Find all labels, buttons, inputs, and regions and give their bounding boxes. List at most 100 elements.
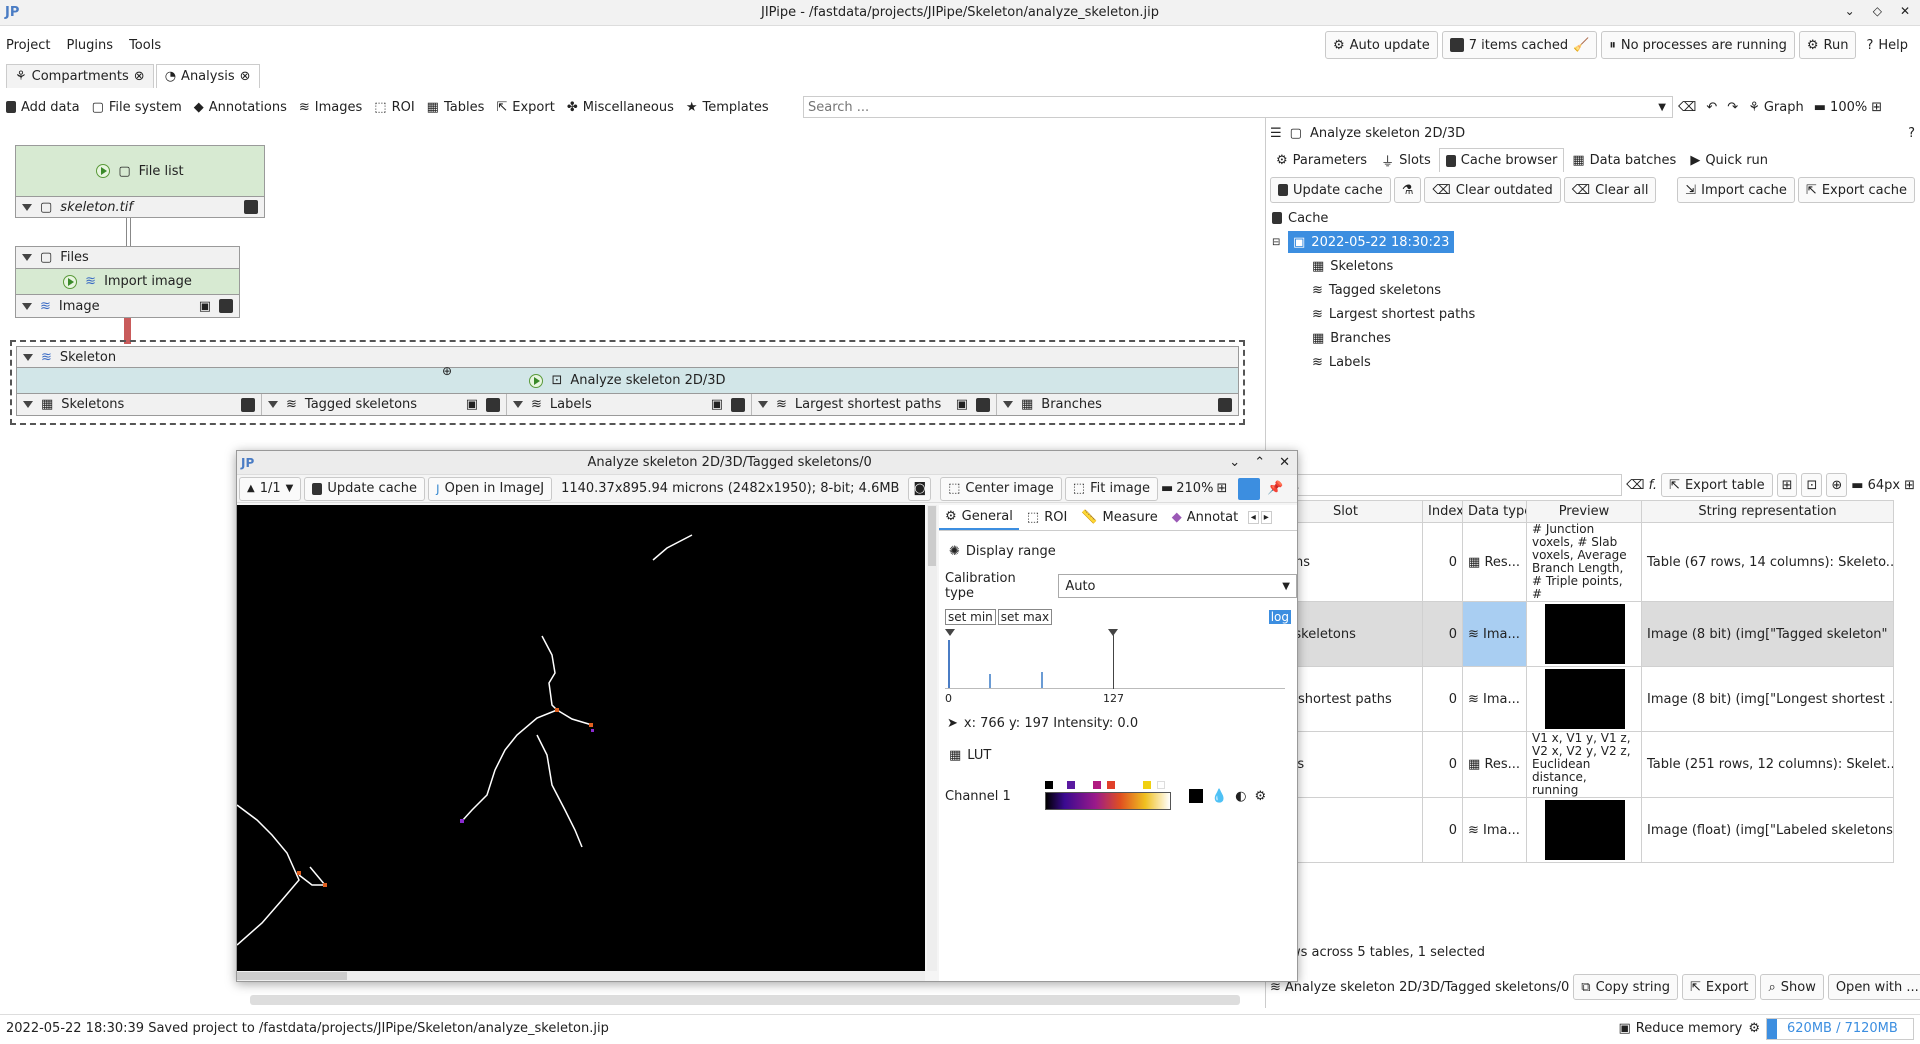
close-icon[interactable]: ✕ — [1900, 4, 1910, 18]
column-header[interactable]: Data type — [1462, 500, 1527, 523]
export-cache-button[interactable]: ⇱ Export cache — [1797, 177, 1915, 203]
clear-search-icon[interactable]: ⌫ — [1678, 100, 1696, 115]
tab-cache-browser[interactable]: Cache browser — [1438, 148, 1565, 172]
file-system-button[interactable]: ▢ File system — [86, 95, 188, 119]
set-max-button[interactable]: set max — [997, 609, 1053, 625]
undo-icon[interactable]: ↶ — [1706, 100, 1717, 115]
collapse-icon[interactable] — [22, 203, 32, 211]
zoom-out-icon[interactable]: ▬ — [1161, 481, 1173, 496]
collapse-icon[interactable] — [268, 401, 278, 408]
viewer-update-cache-button[interactable]: Update cache — [304, 476, 426, 501]
graph-scrollbar[interactable] — [250, 995, 1240, 1005]
page-selector[interactable]: ▲ 1/1 ▼ — [239, 476, 302, 501]
output-slot-branches[interactable]: ▦ Branches — [997, 394, 1238, 415]
menu-icon[interactable]: ☰ — [1270, 126, 1282, 141]
import-cache-button[interactable]: ⇲ Import cache — [1677, 177, 1795, 203]
images-button[interactable]: ≋ Images — [293, 95, 368, 119]
invert-icon[interactable]: ◐ — [1235, 789, 1246, 804]
table-row-selected[interactable]: ed skeletons 0 ≋ Ima... Image (8 bit) (i… — [1268, 601, 1894, 667]
tables-button[interactable]: ▦ Tables — [421, 95, 491, 119]
toggle-sidebar-button[interactable] — [1238, 477, 1261, 500]
table-search-input[interactable] — [1270, 474, 1623, 496]
image-vertical-scrollbar[interactable] — [927, 505, 937, 971]
maximize-icon[interactable]: ⌃ — [1247, 455, 1272, 470]
algorithm-search[interactable]: ▼ — [803, 96, 1673, 118]
node-output-slot[interactable]: ▢ skeleton.tif — [15, 196, 265, 218]
tab-roi[interactable]: ⬚ ROI — [1021, 506, 1073, 530]
node-analyze-skeleton[interactable]: ≋ Skeleton ⊕ ⊡ Analyze skeleton 2D/3D ▦ … — [10, 340, 1245, 425]
output-slot-largest-shortest-paths[interactable]: ≋ Largest shortest paths ▣ — [752, 394, 997, 415]
fit-columns-button[interactable]: ⊡ — [1801, 473, 1823, 497]
lut-stop[interactable] — [1093, 781, 1101, 789]
output-slot-labels[interactable]: ≋ Labels ▣ — [507, 394, 752, 415]
tab-measure[interactable]: 📏 Measure — [1075, 506, 1163, 530]
auto-update-button[interactable]: ⚙ Auto update — [1324, 31, 1438, 59]
collapse-icon[interactable] — [22, 254, 32, 261]
open-imagej-button[interactable]: ȷ Open in ImageJ — [428, 476, 553, 501]
collapse-icon[interactable] — [22, 302, 32, 310]
table-row[interactable]: etons 0 ▦ Res... # Junction voxels, # Sl… — [1268, 522, 1894, 602]
clear-search-icon[interactable]: ⌫ — [1626, 478, 1644, 493]
minimize-icon[interactable]: ⌄ — [1845, 4, 1855, 18]
export-table-button[interactable]: ⇱ Export table — [1661, 473, 1773, 497]
lut-gradient[interactable] — [1045, 792, 1171, 810]
tree-snapshot[interactable]: ▣ 2022-05-22 18:30:23 — [1288, 231, 1455, 253]
gear-icon[interactable]: ⚙ — [1748, 1021, 1760, 1036]
menu-plugins[interactable]: Plugins — [66, 38, 113, 53]
node-import-image[interactable]: ▢ Files ≋ Import image ≋ Image ▣ — [15, 246, 240, 318]
tree-item-largest-shortest-paths[interactable]: ≋ Largest shortest paths — [1312, 302, 1912, 326]
zoom-control[interactable]: ▬ 100% ⊞ — [1814, 100, 1882, 115]
table-row[interactable]: ches 0 ▦ Res... V1 x, V1 y, V1 z, V2 x, … — [1268, 731, 1894, 798]
table-row[interactable]: ls 0 ≋ Ima... Image (float) (img["Labele… — [1268, 797, 1894, 863]
collapse-icon[interactable] — [513, 401, 523, 408]
run-node-icon[interactable] — [63, 274, 78, 289]
run-node-icon[interactable] — [529, 373, 544, 388]
pin-icon[interactable]: 📌 — [1263, 481, 1287, 496]
tree-root[interactable]: Cache — [1272, 206, 1912, 230]
add-data-button[interactable]: Add data — [0, 95, 86, 119]
tab-slots[interactable]: ⏚ Slots — [1375, 148, 1437, 172]
templates-button[interactable]: ★ Templates — [680, 95, 775, 119]
annotations-button[interactable]: ◆ Annotations — [188, 95, 293, 119]
tree-item-branches[interactable]: ▦ Branches — [1312, 326, 1912, 350]
zoom-out-icon[interactable]: ▬ — [1814, 100, 1826, 115]
output-slot-tagged-skeletons[interactable]: ≋ Tagged skeletons ▣ — [262, 394, 507, 415]
center-image-button[interactable]: ⬚ Center image — [940, 476, 1062, 501]
column-header[interactable]: Index — [1422, 500, 1463, 523]
image-canvas[interactable] — [237, 505, 925, 971]
help-button[interactable]: ? Help — [1860, 33, 1914, 57]
clear-outdated-button[interactable]: ⌫ Clear outdated — [1424, 177, 1561, 203]
fit-image-button[interactable]: ⬚ Fit image — [1064, 476, 1158, 501]
move-handle-icon[interactable]: ⊕ — [442, 364, 452, 378]
output-slot-skeletons[interactable]: ▦ Skeletons — [17, 394, 262, 415]
log-toggle[interactable]: log — [1268, 610, 1291, 624]
collapse-icon[interactable] — [1003, 401, 1013, 408]
node-input-slot[interactable]: ▢ Files — [16, 247, 239, 269]
export-data-button[interactable]: ⇱ Export — [1682, 974, 1757, 1000]
tree-item-skeletons[interactable]: ▦ Skeletons — [1312, 254, 1912, 278]
zoom-in-icon[interactable]: ⊞ — [1871, 100, 1882, 115]
tab-annotations[interactable]: ◆ Annotat — [1166, 506, 1246, 530]
node-file-list[interactable]: ▢ File list — [15, 145, 265, 197]
close-tab-icon[interactable]: ⊗ — [134, 69, 145, 84]
tab-data-batches[interactable]: ▦ Data batches — [1566, 148, 1682, 172]
auto-size-button[interactable]: ⊕ — [1826, 473, 1848, 497]
run-node-icon[interactable] — [96, 164, 111, 178]
lut-stop[interactable] — [1157, 781, 1165, 789]
image-horizontal-scrollbar[interactable] — [237, 971, 925, 981]
chevron-left-icon[interactable]: ◂ — [1247, 511, 1259, 524]
chevron-down-icon[interactable]: ▼ — [1652, 102, 1672, 113]
close-icon[interactable]: ✕ — [1272, 455, 1297, 470]
table-settings-button[interactable]: ⊞ — [1776, 473, 1798, 497]
update-cache-button[interactable]: Update cache — [1270, 177, 1391, 203]
show-button[interactable]: ⌕ Show — [1760, 974, 1824, 1000]
roi-button[interactable]: ⬚ ROI — [368, 95, 420, 119]
collapse-tree-icon[interactable]: ⊟ — [1272, 237, 1282, 248]
menu-tools[interactable]: Tools — [129, 38, 161, 53]
set-min-button[interactable]: set min — [945, 609, 996, 625]
column-header[interactable]: Preview — [1526, 500, 1642, 523]
tab-parameters[interactable]: ⚙ Parameters — [1270, 148, 1373, 172]
miscellaneous-button[interactable]: ✤ Miscellaneous — [561, 95, 680, 119]
gear-icon[interactable]: ⚙ — [1255, 789, 1267, 804]
copy-string-button[interactable]: ⧉ Copy string — [1573, 974, 1678, 1000]
